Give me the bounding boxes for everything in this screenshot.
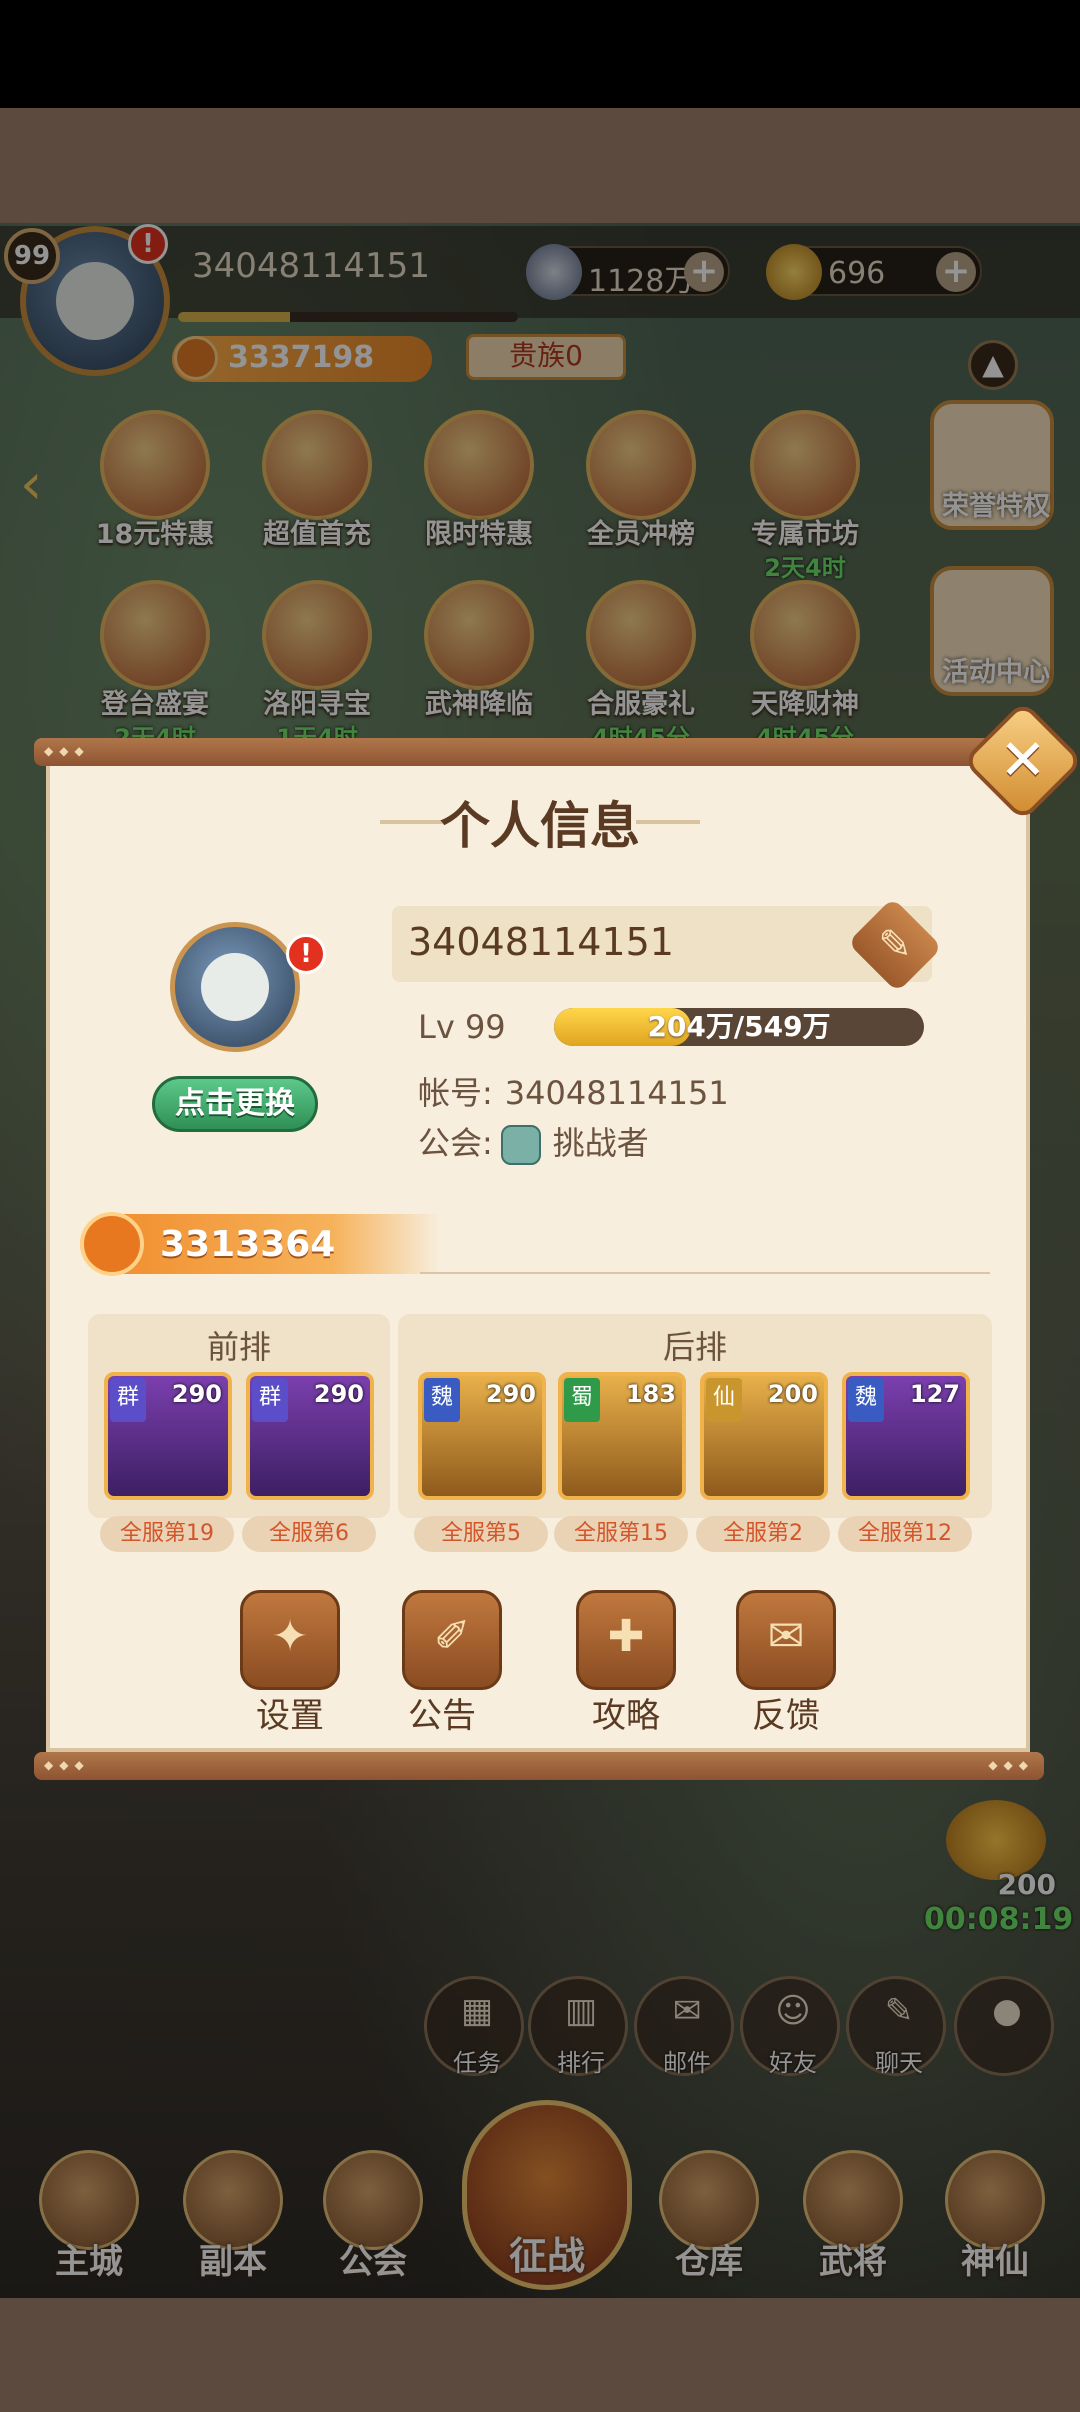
hero-rank: 全服第6 [242, 1516, 376, 1552]
feedback-button[interactable]: ✉ [736, 1590, 836, 1690]
avatar-face [201, 953, 269, 1021]
faction-badge: 仙 [706, 1378, 742, 1422]
hero-rank: 全服第12 [838, 1516, 972, 1552]
hero-card[interactable]: 魏 127 [842, 1372, 970, 1500]
faction-badge: 魏 [424, 1378, 460, 1422]
notice-icon: ✐ [433, 1611, 471, 1662]
hero-rank: 全服第5 [414, 1516, 548, 1552]
letterbox-bottom [0, 2298, 1080, 2412]
front-row-label: 前排 [206, 1328, 271, 1366]
hero-rank: 全服第15 [554, 1516, 688, 1552]
paw-icon [80, 1212, 144, 1276]
guide-label: 攻略 [592, 1696, 660, 1736]
hero-level: 290 [485, 1380, 536, 1408]
wrench-icon: ✦ [271, 1611, 309, 1662]
hero-rank: 全服第19 [100, 1516, 234, 1552]
avatar-alert-badge: ! [286, 934, 326, 974]
faction-badge: 群 [110, 1378, 146, 1422]
hero-level: 183 [625, 1380, 676, 1408]
ornament-dots: ◆◆◆ [44, 744, 90, 758]
guild-label: 公会: [418, 1124, 493, 1162]
hero-level: 290 [313, 1380, 364, 1408]
settings-button[interactable]: ✦ [240, 1590, 340, 1690]
guild-emblem-icon [500, 1125, 541, 1165]
gamepad-icon: ✚ [607, 1611, 645, 1662]
account-row: 帐号: 34048114151 [418, 1068, 729, 1114]
hero-card[interactable]: 魏 290 [418, 1372, 546, 1500]
dialog-title: 个人信息 [440, 797, 640, 855]
letterbox-top [0, 108, 1080, 223]
account-value: 34048114151 [504, 1074, 729, 1112]
status-bar [0, 0, 1080, 108]
faction-badge: 群 [252, 1378, 288, 1422]
level-label: Lv 99 [418, 1008, 506, 1046]
screen: 99 ! 34048114151 3337198 贵族0 1128万 + 696… [0, 0, 1080, 2412]
level-progress-bar: 204万/549万 [554, 1008, 924, 1046]
hero-rank: 全服第2 [696, 1516, 830, 1552]
guide-button[interactable]: ✚ [576, 1590, 676, 1690]
dialog-bottom-rod: ◆◆◆ ◆◆◆ [34, 1752, 1044, 1780]
hero-level: 290 [171, 1380, 222, 1408]
pencil-icon[interactable]: ✎ [852, 906, 938, 984]
dialog-top-rod: ◆◆◆ [34, 738, 1044, 766]
notice-label: 公告 [408, 1696, 476, 1736]
change-avatar-button[interactable]: 点击更换 [152, 1076, 318, 1132]
hero-card[interactable]: 群 290 [246, 1372, 374, 1500]
faction-badge: 蜀 [564, 1378, 600, 1422]
settings-label: 设置 [256, 1696, 324, 1736]
divider [420, 1272, 990, 1274]
faction-badge: 魏 [848, 1378, 884, 1422]
guild-row: 公会: 挑战者 [418, 1118, 649, 1165]
level-exp-text: 204万/549万 [647, 1010, 831, 1043]
feedback-label: 反馈 [752, 1696, 820, 1736]
name-value: 34048114151 [408, 920, 674, 964]
hero-level: 200 [767, 1380, 818, 1408]
notice-button[interactable]: ✐ [402, 1590, 502, 1690]
hero-card[interactable]: 群 290 [104, 1372, 232, 1500]
ornament-dots: ◆◆◆ [44, 1758, 90, 1772]
close-icon[interactable]: ✕ [980, 718, 1066, 804]
back-row-label: 后排 [662, 1328, 727, 1366]
hero-card[interactable]: 仙 200 [700, 1372, 828, 1500]
account-label: 帐号: [418, 1074, 493, 1112]
hero-level: 127 [909, 1380, 960, 1408]
guild-value[interactable]: 挑战者 [553, 1124, 649, 1162]
ornament-dots: ◆◆◆ [988, 1758, 1034, 1772]
feedback-icon: ✉ [767, 1611, 805, 1662]
combat-power-bar: 3313364 [80, 1212, 440, 1276]
combat-power-value: 3313364 [160, 1224, 336, 1265]
profile-avatar[interactable] [170, 922, 300, 1052]
hero-card[interactable]: 蜀 183 [558, 1372, 686, 1500]
